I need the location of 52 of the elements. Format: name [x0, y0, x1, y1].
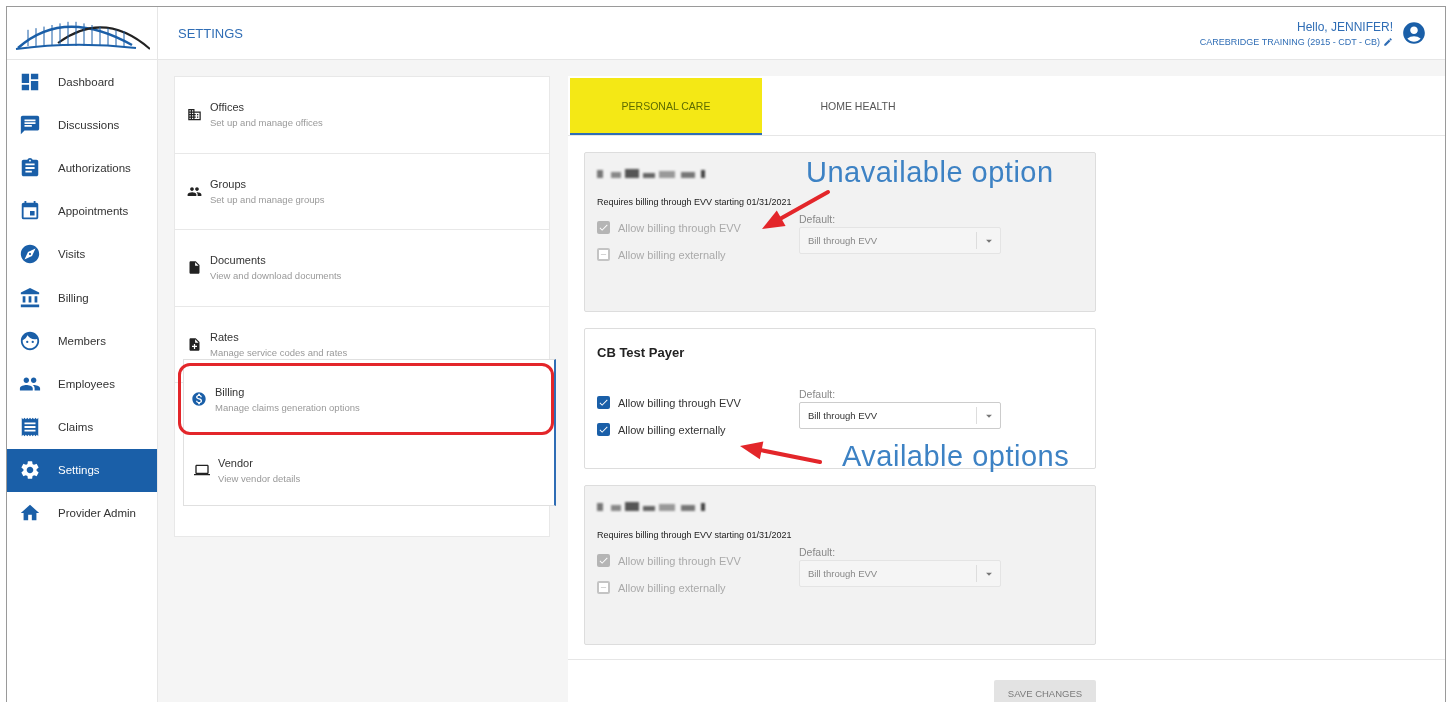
check-icon	[598, 555, 609, 566]
settings-item[interactable]: Groups Set up and manage groups	[175, 153, 549, 230]
check-icon	[598, 397, 609, 408]
sidebar-item[interactable]: Employees	[7, 362, 157, 406]
chat-icon	[19, 113, 41, 136]
checkbox-option[interactable]: Allow billing externally	[597, 423, 767, 436]
account-icon[interactable]	[1401, 20, 1427, 46]
check-icon	[598, 222, 609, 233]
default-select[interactable]: Bill through EVV	[799, 402, 1001, 429]
edit-icon[interactable]	[1383, 36, 1393, 47]
sidebar-item[interactable]: Members	[7, 319, 157, 363]
evv-notice: Requires billing through EVV starting 01/31/2021	[597, 530, 793, 540]
compass-icon	[19, 243, 41, 266]
sidebar-item[interactable]: Claims	[7, 405, 157, 449]
check-icon	[598, 424, 609, 435]
evv-notice: Requires billing through EVV starting 01/31/2021	[597, 197, 793, 207]
menu-item[interactable]: Billing Manage claims generation options	[178, 363, 554, 435]
gear-icon	[19, 459, 41, 482]
building-icon	[187, 107, 202, 123]
dollar-coin-icon	[191, 391, 207, 407]
default-label: Default:	[799, 388, 837, 400]
clipboard-icon	[19, 156, 41, 179]
settings-item[interactable]: Documents View and download documents	[175, 230, 549, 307]
checkbox[interactable]	[597, 423, 610, 436]
sidebar-item[interactable]: Settings	[7, 448, 157, 492]
bank-icon	[19, 286, 41, 309]
payer-name: CB Test Payer	[597, 345, 686, 360]
annotation-text: Unavailable option	[806, 156, 1054, 189]
sidebar-item[interactable]: Discussions	[7, 103, 157, 147]
sidebar-item[interactable]: Provider Admin	[7, 491, 157, 536]
default-label: Default:	[799, 213, 837, 225]
greeting: Hello, JENNIFER!	[1296, 19, 1393, 34]
laptop-icon	[194, 462, 210, 478]
receipt-icon	[19, 416, 41, 439]
sidebar-item[interactable]: Dashboard	[7, 60, 157, 104]
organization-name: CAREBRIDGE TRAINING (2915 - CDT - CB)	[1199, 36, 1380, 47]
page-title: SETTINGS	[178, 25, 243, 41]
tab[interactable]: HOME HEALTH	[762, 78, 954, 135]
document-icon	[187, 260, 202, 276]
default-label: Default:	[799, 546, 837, 558]
sidebar-item[interactable]: Billing	[7, 275, 157, 320]
sidebar-item[interactable]: Visits	[7, 232, 157, 276]
checkbox[interactable]	[597, 396, 610, 409]
tab[interactable]: PERSONAL CARE	[570, 78, 762, 135]
face-icon	[19, 329, 41, 352]
annotation-text: Available options	[842, 440, 1070, 473]
document-plus-icon	[187, 336, 202, 352]
settings-item[interactable]: Offices Set up and manage offices	[175, 77, 549, 154]
checkbox-option[interactable]: Allow billing through EVV	[597, 396, 767, 409]
menu-item[interactable]: Vendor View vendor details	[184, 435, 554, 505]
sidebar-item[interactable]: Appointments	[7, 189, 157, 233]
sidebar-item[interactable]: Authorizations	[7, 146, 157, 190]
